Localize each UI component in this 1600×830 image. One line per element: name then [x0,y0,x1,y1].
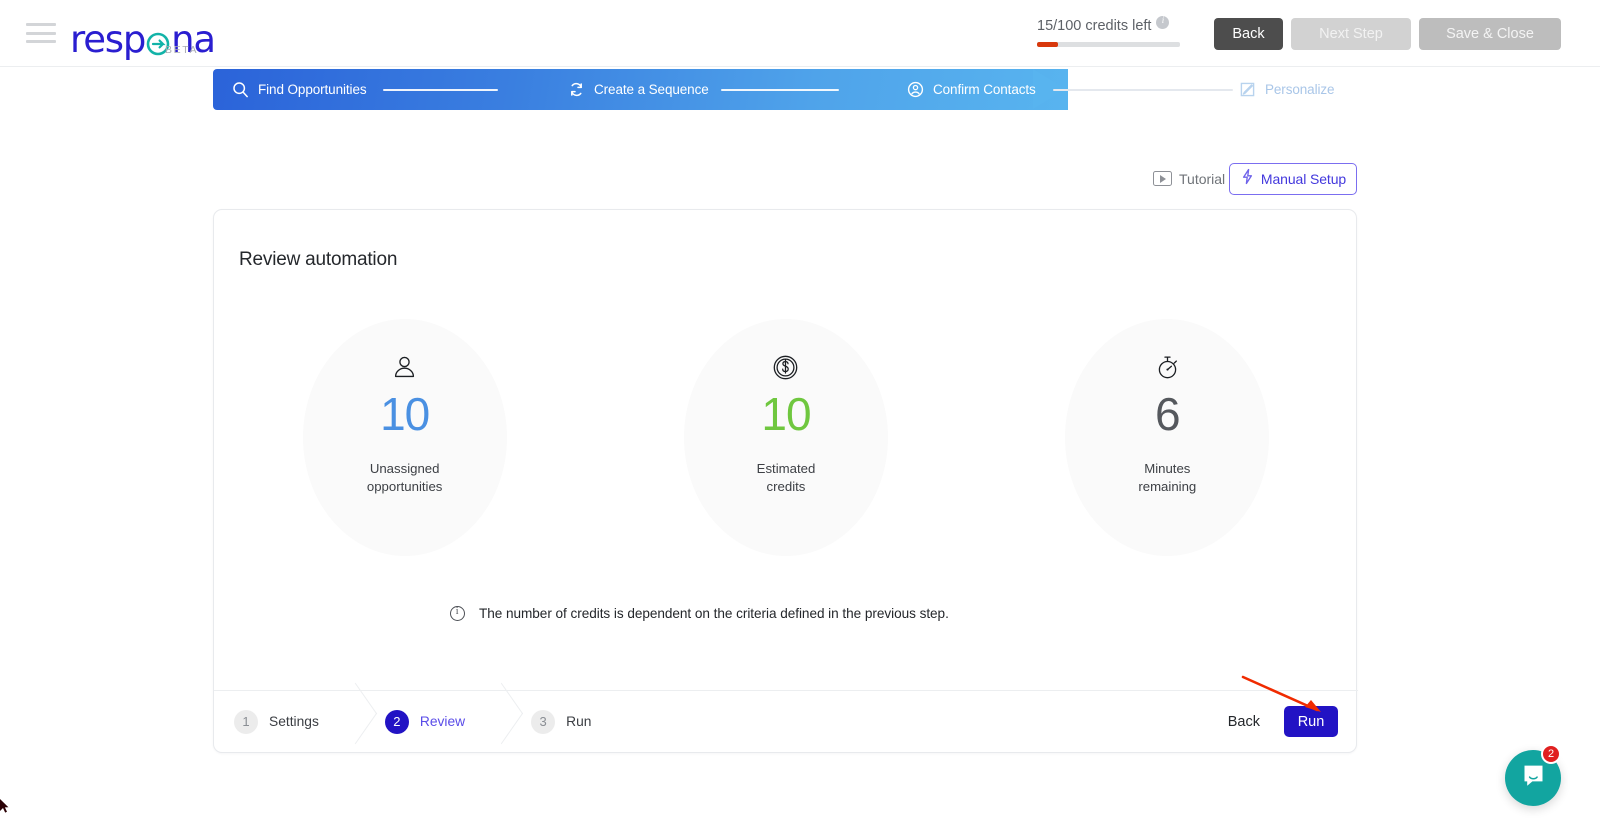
logo-beta-badge: BETA [165,44,199,56]
messenger-icon [1520,762,1547,794]
footer-step-number: 1 [234,709,258,734]
annotation-arrow [1205,655,1335,725]
footer-step-run[interactable]: 3 Run [527,709,595,734]
metric-label: Estimated credits [757,460,816,495]
stepper-step-label: Personalize [1265,82,1335,97]
intercom-unread-badge[interactable]: 2 [1541,744,1561,764]
lightning-icon [1240,168,1255,190]
info-icon [450,606,465,621]
stepper-step-label: Create a Sequence [594,82,709,97]
hamburger-line [26,23,56,26]
tutorial-button[interactable]: Tutorial [1153,167,1225,190]
stepper-connector-1 [383,89,498,91]
metric-label-line1: Unassigned [369,461,440,477]
tutorial-label: Tutorial [1179,170,1226,187]
card-footer: 1 Settings 2 Review 3 Run Back Run [214,690,1358,752]
metric-label: Minutes remaining [1138,460,1196,495]
hamburger-line [26,40,56,43]
metric-value: 10 [761,388,811,440]
footer-step-review[interactable]: 2 Review [381,709,469,734]
metric-label-line2: opportunities [366,478,443,494]
save-and-close-button[interactable]: Save & Close [1419,18,1561,50]
person-icon [391,354,418,381]
metrics-row: 10 Unassigned opportunities 10 Estimated… [214,319,1358,556]
search-icon [232,81,249,98]
page-title: Review automation [239,249,398,270]
stepper-step-create-a-sequence[interactable]: Create a Sequence [568,69,709,110]
play-box-icon [1153,171,1172,186]
footer-step-label: Review [419,714,466,729]
metric-label-line2: credits [766,478,806,494]
stopwatch-icon [1154,354,1181,381]
app-header: resp na BETA 15/100 credits left Back Ne… [0,0,1600,67]
credits-note-text: The number of credits is dependent on th… [479,606,949,621]
next-step-button[interactable]: Next Step [1291,18,1411,50]
hamburger-line [26,31,56,35]
stepper-step-confirm-contacts[interactable]: Confirm Contacts [907,69,1036,110]
stepper-connector-3 [1053,89,1233,91]
edit-square-icon [1239,81,1256,98]
workflow-stepper: Find Opportunities Create a Sequence Con… [213,69,1357,110]
review-automation-card: Review automation 10 Unassigned opportun… [213,209,1358,753]
metric-value: 6 [1155,388,1181,440]
footer-step-number: 2 [384,709,409,734]
footer-step-label: Settings [269,714,319,729]
footer-step-label: Run [566,714,592,729]
app-logo[interactable]: resp na BETA [70,12,216,61]
logo-text-part1: resp [70,18,146,61]
info-icon[interactable] [1156,15,1170,29]
hamburger-icon[interactable] [26,21,56,45]
credits-progress-fill [1037,42,1059,47]
credits-meter: 15/100 credits left [1037,15,1187,47]
stepper-step-label: Confirm Contacts [933,82,1036,97]
credits-note: The number of credits is dependent on th… [450,606,949,621]
credits-label: 15/100 credits left [1037,18,1152,34]
metric-unassigned-opportunities: 10 Unassigned opportunities [302,319,507,556]
user-circle-icon [907,81,924,98]
metric-label-line1: Minutes [1144,461,1191,477]
stepper-connector-2 [721,89,839,91]
stepper-step-personalize[interactable]: Personalize [1239,69,1335,110]
stepper-step-find-opportunities[interactable]: Find Opportunities [232,69,367,110]
metric-value: 10 [380,388,430,440]
refresh-icon [568,81,585,98]
metric-minutes-remaining: 6 Minutes remaining [1065,319,1270,556]
metric-label-line1: Estimated [756,461,816,477]
header-back-button[interactable]: Back [1214,18,1283,50]
metric-estimated-credits: 10 Estimated credits [683,319,888,556]
stepper-step-label: Find Opportunities [258,82,367,97]
manual-setup-label: Manual Setup [1260,171,1347,187]
metric-label-line2: remaining [1138,478,1197,494]
credits-line: 15/100 credits left [1037,15,1187,34]
coin-dollar-icon [772,354,799,381]
metric-label: Unassigned opportunities [367,460,443,495]
footer-step-list: 1 Settings 2 Review 3 Run [230,691,595,752]
footer-step-settings[interactable]: 1 Settings [230,709,323,734]
credits-progress-track [1037,42,1180,47]
footer-step-separator [469,691,527,752]
manual-setup-button[interactable]: Manual Setup [1229,163,1357,195]
footer-step-number: 3 [531,709,556,734]
cursor-artifact [0,799,9,813]
footer-step-separator [323,691,381,752]
